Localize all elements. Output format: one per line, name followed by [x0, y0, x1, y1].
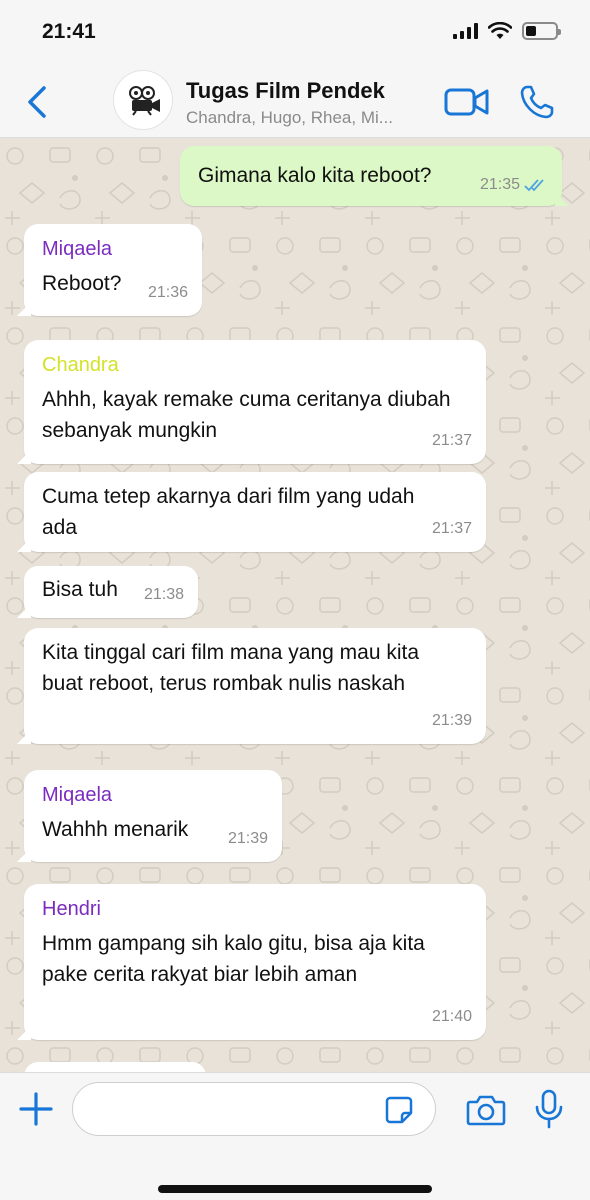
message-time: 21:39: [227, 830, 268, 847]
home-indicator: [158, 1185, 432, 1193]
message-time: 21:40: [431, 1008, 472, 1025]
message-bubble-incoming[interactable]: Chandra Ahhh, kayak remake cuma ceritany…: [24, 340, 486, 464]
composer-bar: [0, 1072, 590, 1200]
voice-message-button[interactable]: [534, 1089, 564, 1129]
message-text: Hmm gampang sih kalo gitu, bisa aja kita…: [42, 932, 425, 986]
voice-call-button[interactable]: [519, 84, 555, 120]
message-text: Kita tinggal cari film mana yang mau kit…: [42, 641, 420, 695]
camera-icon: [466, 1095, 506, 1126]
message-time: 21:38: [143, 586, 184, 603]
sender-name[interactable]: Miqaela: [42, 236, 184, 262]
message-time: 21:35: [479, 176, 520, 193]
status-bar: 21:41: [0, 0, 590, 62]
signal-icon: [453, 23, 478, 39]
status-icons: [453, 22, 561, 40]
message-time: 21:36: [147, 284, 188, 301]
participants-list[interactable]: Chandra, Hugo, Rhea, Mi...: [186, 108, 426, 128]
wifi-icon: [488, 22, 512, 39]
chat-header: Tugas Film Pendek Chandra, Hugo, Rhea, M…: [0, 62, 590, 138]
message-text: Ahhh, kayak remake cuma ceritanya diubah…: [42, 388, 451, 442]
video-call-button[interactable]: [444, 86, 490, 118]
video-call-icon: [444, 88, 489, 116]
sender-name[interactable]: Hendri: [42, 896, 468, 922]
message-bubble-incoming[interactable]: Miqaela Wahhh menarik 21:39: [24, 770, 282, 862]
message-bubble-outgoing[interactable]: Gimana kalo kita reboot? 21:35: [180, 146, 562, 206]
message-time: 21:37: [431, 520, 472, 537]
message-meta: 21:35: [480, 169, 548, 200]
camera-button[interactable]: [466, 1093, 506, 1127]
message-time: 21:37: [431, 432, 472, 449]
sticker-button[interactable]: [384, 1095, 414, 1125]
message-bubble-incoming-partial[interactable]: [24, 1062, 206, 1072]
plus-icon: [19, 1092, 53, 1126]
message-text: Reboot?: [42, 272, 122, 295]
message-bubble-incoming[interactable]: Cuma tetep akarnya dari film yang udah a…: [24, 472, 486, 552]
message-bubble-incoming[interactable]: Bisa tuh 21:38: [24, 566, 198, 618]
group-avatar[interactable]: [113, 70, 173, 130]
double-check-icon: [524, 178, 544, 191]
message-time: 21:39: [431, 712, 472, 729]
sender-name[interactable]: Miqaela: [42, 782, 264, 808]
message-input[interactable]: [72, 1082, 436, 1136]
battery-icon: [522, 22, 561, 40]
message-text: Cuma tetep akarnya dari film yang udah a…: [42, 485, 415, 539]
microphone-icon: [535, 1089, 563, 1129]
chat-messages[interactable]: Gimana kalo kita reboot? 21:35 Miqaela R…: [0, 138, 590, 1072]
sticker-icon: [385, 1096, 413, 1124]
phone-icon: [520, 85, 554, 119]
battery-fill: [526, 26, 536, 36]
message-bubble-incoming[interactable]: Miqaela Reboot? 21:36: [24, 224, 202, 316]
message-bubble-incoming[interactable]: Kita tinggal cari film mana yang mau kit…: [24, 628, 486, 744]
status-time: 21:41: [42, 20, 96, 43]
sender-name[interactable]: Chandra: [42, 352, 468, 378]
film-camera-icon: [129, 86, 160, 116]
message-bubble-incoming[interactable]: Hendri Hmm gampang sih kalo gitu, bisa a…: [24, 884, 486, 1040]
attach-button[interactable]: [18, 1091, 54, 1127]
chat-title[interactable]: Tugas Film Pendek: [186, 78, 385, 104]
chevron-left-icon: [28, 86, 46, 118]
back-button[interactable]: [22, 84, 54, 120]
